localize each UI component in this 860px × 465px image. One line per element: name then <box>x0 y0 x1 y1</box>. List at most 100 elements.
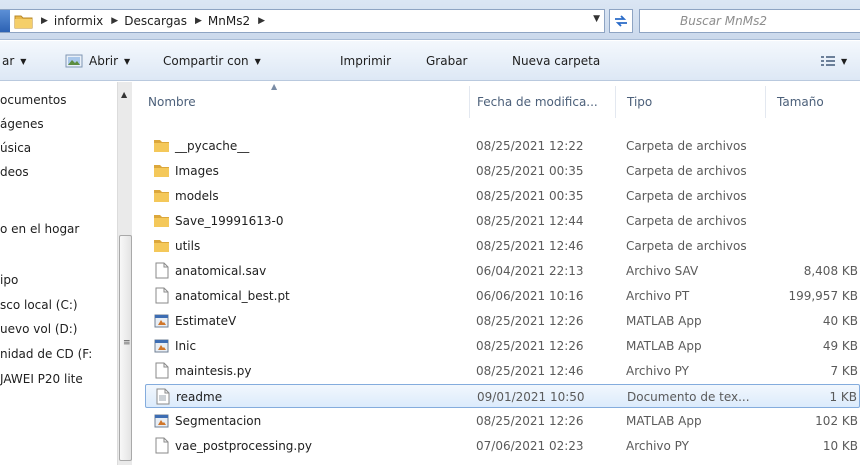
organize-label: ar <box>2 54 15 68</box>
share-button[interactable]: Compartir con ▼ <box>163 41 261 81</box>
nav-item-volume-d[interactable]: uevo vol (D:) <box>0 322 77 342</box>
chevron-down-icon: ▼ <box>254 56 261 66</box>
chevron-right-icon[interactable]: ▶ <box>195 16 202 26</box>
file-name: utils <box>175 239 201 253</box>
refresh-button[interactable] <box>609 9 633 33</box>
folder-icon <box>14 15 33 28</box>
file-name: maintesis.py <box>175 364 252 378</box>
navigation-scrollbar[interactable]: ▲ ≡ <box>117 82 132 465</box>
breadcrumb-item[interactable]: Descargas <box>124 14 187 28</box>
chevron-down-icon[interactable]: ▼ <box>593 14 600 24</box>
file-row[interactable]: Save_19991613-0 08/25/2021 12:44 Carpeta d… <box>145 209 860 233</box>
nav-item-pictures[interactable]: ágenes <box>0 117 44 137</box>
file-date: 08/25/2021 12:26 <box>476 339 584 353</box>
file-name: vae_postprocessing.py <box>175 439 312 453</box>
file-row[interactable]: anatomical.sav 06/04/2021 22:13 Archivo SA… <box>145 259 860 283</box>
new-folder-button[interactable]: Nueva carpeta <box>512 41 600 81</box>
scrollbar-thumb[interactable]: ≡ <box>119 235 132 461</box>
column-divider[interactable] <box>615 86 616 118</box>
nav-item-phone[interactable]: JAWEI P20 lite <box>0 372 83 392</box>
address-bar-area: ▶ informix ▶ Descargas ▶ MnMs2 ▶ ▼ Busca… <box>0 0 860 40</box>
nav-item-homegroup[interactable]: o en el hogar <box>0 222 79 242</box>
file-row[interactable]: Inic 08/25/2021 12:26 MATLAB App 49 KB <box>145 334 860 358</box>
column-header-date[interactable]: Fecha de modifica... <box>477 82 598 122</box>
search-input[interactable]: Buscar MnMs2 <box>639 9 860 33</box>
file-row[interactable]: Images 08/25/2021 00:35 Carpeta de archivo… <box>145 159 860 183</box>
app-icon <box>154 339 169 353</box>
chevron-right-icon[interactable]: ▶ <box>41 16 48 26</box>
address-box[interactable]: ▶ informix ▶ Descargas ▶ MnMs2 ▶ ▼ <box>0 9 605 33</box>
new-folder-label: Nueva carpeta <box>512 54 601 68</box>
chevron-down-icon: ▼ <box>841 56 848 66</box>
file-type: Carpeta de archivos <box>626 214 747 228</box>
print-button[interactable]: Imprimir <box>340 41 391 81</box>
file-name: anatomical.sav <box>175 264 267 278</box>
organize-button[interactable]: ar ▼ <box>2 41 26 81</box>
file-row[interactable]: vae_postprocessing.py 07/06/2021 02:23 Arc… <box>145 434 860 458</box>
file-row[interactable]: maintesis.py 08/25/2021 12:46 Archivo PY 7 … <box>145 359 860 383</box>
chevron-right-icon[interactable]: ▶ <box>111 16 118 26</box>
change-view-button[interactable]: ▼ <box>821 41 847 81</box>
burn-button[interactable]: Grabar <box>426 41 468 81</box>
breadcrumb-item[interactable]: informix <box>54 14 103 28</box>
file-date: 08/25/2021 00:35 <box>476 164 584 178</box>
chevron-right-icon[interactable]: ▶ <box>258 16 265 26</box>
file-type: Archivo PT <box>626 289 690 303</box>
search-placeholder: Buscar MnMs2 <box>680 14 767 28</box>
file-type: Archivo PY <box>626 364 689 378</box>
file-type: Documento de tex... <box>627 390 750 404</box>
file-type: MATLAB App <box>626 339 702 353</box>
file-name: __pycache__ <box>175 139 250 153</box>
file-date: 09/01/2021 10:50 <box>477 390 585 404</box>
file-row[interactable]: Segmentacion 08/25/2021 12:26 MATLAB App 10… <box>145 409 860 433</box>
folder-icon <box>154 190 169 202</box>
column-header-type[interactable]: Tipo <box>627 82 652 122</box>
file-date: 08/25/2021 12:22 <box>476 139 584 153</box>
file-date: 08/25/2021 12:26 <box>476 314 584 328</box>
column-header-size[interactable]: Tamaño <box>777 82 824 122</box>
nav-item-documents[interactable]: ocumentos <box>0 93 67 113</box>
column-divider[interactable] <box>469 86 470 118</box>
nav-item-music[interactable]: úsica <box>0 141 31 161</box>
file-type: Carpeta de archivos <box>626 139 747 153</box>
file-row[interactable]: __pycache__ 08/25/2021 12:22 Carpeta de ar… <box>145 134 860 158</box>
print-label: Imprimir <box>340 54 392 68</box>
burn-label: Grabar <box>426 54 468 68</box>
file-size: 40 KB <box>822 314 858 328</box>
column-header-name[interactable]: Nombre <box>148 82 196 122</box>
file-date: 08/25/2021 12:44 <box>476 214 584 228</box>
open-label: Abrir <box>89 54 119 68</box>
scroll-up-icon[interactable]: ▲ <box>121 90 127 99</box>
file-size: 199,957 KB <box>788 289 858 303</box>
file-row[interactable]: anatomical_best.pt 06/06/2021 10:16 Archiv… <box>145 284 860 308</box>
file-date: 08/25/2021 12:46 <box>476 239 584 253</box>
grip-icon: ≡ <box>123 338 131 348</box>
file-row[interactable]: EstimateV 08/25/2021 12:26 MATLAB App 40 KB <box>145 309 860 333</box>
column-divider[interactable] <box>765 86 766 118</box>
open-button[interactable]: Abrir ▼ <box>65 41 130 81</box>
file-type: Archivo PY <box>626 439 689 453</box>
file-size: 8,408 KB <box>803 264 858 278</box>
nav-item-videos[interactable]: deos <box>0 165 29 185</box>
file-row[interactable]: utils 08/25/2021 12:46 Carpeta de archivos <box>145 234 860 258</box>
share-label: Compartir con <box>163 54 249 68</box>
file-size: 49 KB <box>822 339 858 353</box>
file-date: 08/25/2021 12:46 <box>476 364 584 378</box>
file-type: Carpeta de archivos <box>626 239 747 253</box>
back-button-edge[interactable] <box>0 10 10 32</box>
file-name: Save_19991613-0 <box>175 214 284 228</box>
file-name: Segmentacion <box>175 414 262 428</box>
nav-item-computer[interactable]: ipo <box>0 273 18 293</box>
view-options-icon <box>821 56 835 66</box>
file-row[interactable]: readme 09/01/2021 10:50 Documento de tex..… <box>145 384 860 408</box>
file-type: Archivo SAV <box>626 264 699 278</box>
file-row[interactable]: models 08/25/2021 00:35 Carpeta de archivo… <box>145 184 860 208</box>
file-icon <box>155 437 169 454</box>
nav-item-cd-drive-f[interactable]: nidad de CD (F: <box>0 347 92 367</box>
breadcrumb-item[interactable]: MnMs2 <box>208 14 250 28</box>
nav-item-local-disk-c[interactable]: sco local (C:) <box>0 298 78 318</box>
chevron-down-icon: ▼ <box>124 56 131 66</box>
folder-icon <box>154 215 169 227</box>
text-file-icon <box>156 388 170 405</box>
file-name: Inic <box>175 339 197 353</box>
